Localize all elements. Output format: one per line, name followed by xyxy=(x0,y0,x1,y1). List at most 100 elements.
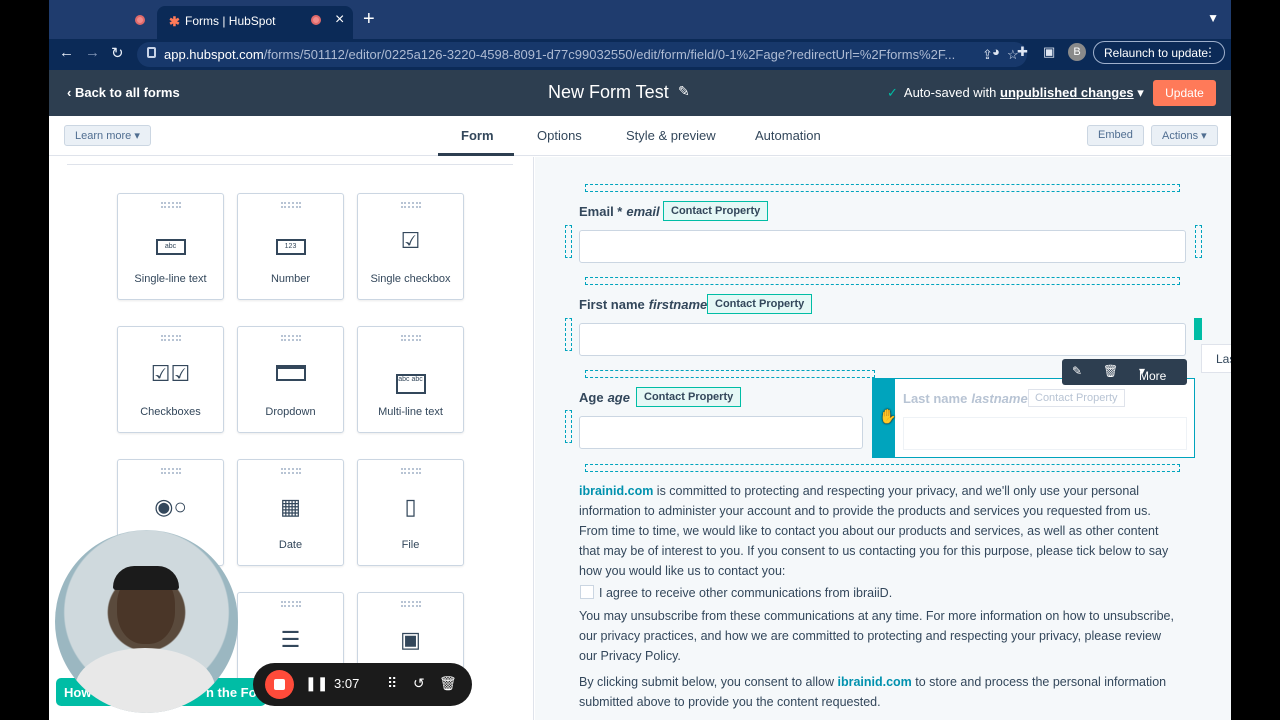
actions-button[interactable]: Actions ▾ xyxy=(1151,125,1218,146)
drag-handle-icon xyxy=(281,601,301,607)
edit-pencil-icon[interactable]: ✎ xyxy=(1072,364,1082,378)
field-card-dropdown[interactable]: Dropdown xyxy=(237,326,344,433)
caret-down-icon: ▾ xyxy=(1137,85,1144,100)
grid-icon[interactable]: ⠿ xyxy=(387,675,397,692)
stop-recording-button[interactable] xyxy=(265,670,294,699)
kebab-menu-icon: ⋮ xyxy=(1204,45,1216,59)
field-card-label: Single-line text xyxy=(134,273,207,285)
drop-indicator xyxy=(1194,318,1202,340)
unpublished-changes-link[interactable]: unpublished changes xyxy=(1000,85,1134,100)
side-stub-field[interactable]: Las xyxy=(1201,344,1231,373)
single-line-text-icon: abc xyxy=(118,228,223,255)
chevron-left-icon: ‹ xyxy=(67,85,75,100)
update-button[interactable]: Update xyxy=(1153,80,1216,106)
url-text: app.hubspot.com/forms/501112/editor/0225… xyxy=(164,47,956,62)
company-link[interactable]: ibrainid.com xyxy=(579,484,653,498)
drag-handle-icon xyxy=(281,335,301,341)
back-arrow-icon[interactable]: ← xyxy=(59,44,74,61)
tab-search-chevron-icon[interactable]: ▼ xyxy=(1207,11,1219,25)
tab-form[interactable]: Form xyxy=(461,128,494,143)
drop-zone[interactable] xyxy=(585,464,1180,472)
more-menu-button[interactable]: More ▾ xyxy=(1139,364,1166,383)
lock-icon xyxy=(147,47,156,58)
drop-zone[interactable] xyxy=(565,318,572,351)
recording-tab-icon[interactable] xyxy=(135,15,145,25)
drop-zone[interactable] xyxy=(585,184,1180,192)
hubspot-favicon-icon: ✱ xyxy=(169,14,180,29)
age-field[interactable] xyxy=(579,416,863,449)
back-to-forms-link[interactable]: ‹ Back to all forms xyxy=(67,85,180,100)
forward-arrow-icon[interactable]: → xyxy=(85,44,100,61)
tab-title: Forms | HubSpot xyxy=(185,14,276,28)
contact-property-badge: Contact Property xyxy=(707,294,813,314)
tab-automation[interactable]: Automation xyxy=(755,128,821,143)
drag-handle-icon xyxy=(401,202,421,208)
reload-icon[interactable]: ↻ xyxy=(111,44,124,62)
drop-zone[interactable] xyxy=(565,410,572,443)
url-bar[interactable]: app.hubspot.com/forms/501112/editor/0225… xyxy=(137,42,1027,67)
field-card-single-checkbox[interactable]: ☑ Single checkbox xyxy=(357,193,464,300)
edit-title-pencil-icon[interactable]: ✎ xyxy=(678,83,690,100)
firstname-field[interactable] xyxy=(579,323,1186,356)
profile-avatar[interactable]: B xyxy=(1068,43,1086,61)
recording-timer: 3:07 xyxy=(334,676,360,691)
learn-more-button[interactable]: Learn more ▾ xyxy=(64,125,151,146)
lastname-field[interactable] xyxy=(903,417,1187,450)
consent-checkbox[interactable] xyxy=(580,585,594,599)
drag-handle-icon xyxy=(281,468,301,474)
number-icon: 123 xyxy=(238,228,343,255)
company-link[interactable]: ibrainid.com xyxy=(837,675,911,689)
drag-handle-icon xyxy=(161,202,181,208)
trash-icon[interactable]: 🗑 xyxy=(1103,364,1118,378)
checkbox-icon: ☑ xyxy=(400,228,421,253)
lastname-field-dragging[interactable]: Last name lastname Contact Property xyxy=(872,378,1195,458)
calendar-icon: ▦ xyxy=(280,494,301,519)
contact-property-badge: Contact Property xyxy=(1028,389,1125,407)
sidepanel-icon[interactable]: ▣ xyxy=(1043,44,1055,60)
field-card-multi-line-text[interactable]: abc abc Multi-line text xyxy=(357,326,464,433)
field-card-single-line-text[interactable]: abc Single-line text xyxy=(117,193,224,300)
dropdown-icon xyxy=(238,361,343,387)
actions-label: Actions xyxy=(1162,130,1199,142)
tab-style-preview[interactable]: Style & preview xyxy=(626,128,716,143)
field-card-label: Multi-line text xyxy=(378,406,443,418)
learn-more-label: Learn more xyxy=(75,130,132,142)
field-card-label: Dropdown xyxy=(265,406,316,418)
divider xyxy=(67,164,513,165)
relaunch-button[interactable]: Relaunch to update ⋮ xyxy=(1093,41,1225,64)
privacy-paragraph: ibrainid.com is committed to protecting … xyxy=(579,484,1169,578)
active-tab-indicator xyxy=(438,153,514,156)
drop-zone[interactable] xyxy=(565,225,572,258)
restart-icon[interactable]: ↺ xyxy=(413,675,425,692)
drop-zone[interactable] xyxy=(585,277,1180,285)
caret-down-icon: ▾ xyxy=(1201,130,1207,142)
field-card-number[interactable]: 123 Number xyxy=(237,193,344,300)
drag-handle-icon xyxy=(401,335,421,341)
close-tab-icon[interactable]: × xyxy=(335,11,344,29)
new-tab-icon[interactable]: + xyxy=(363,8,375,31)
check-icon: ✓ xyxy=(887,85,898,100)
trash-icon[interactable]: 🗑 xyxy=(439,675,457,692)
field-card-date[interactable]: ▦ Date xyxy=(237,459,344,566)
age-field-label: Age age xyxy=(579,390,630,405)
image-icon: ▣ xyxy=(400,627,421,652)
drop-zone[interactable] xyxy=(585,370,875,378)
recording-indicator-icon xyxy=(311,15,321,25)
radio-icon: ◉○ xyxy=(154,494,187,519)
field-card-checkboxes[interactable]: ☑☑ Checkboxes xyxy=(117,326,224,433)
extension-icon[interactable]: ◕ xyxy=(992,44,1000,59)
lastname-field-label: Last name lastname xyxy=(903,391,1028,406)
puzzle-icon[interactable]: ✚ xyxy=(1017,44,1028,60)
pause-icon[interactable]: ❚❚ xyxy=(305,675,328,692)
drop-zone[interactable] xyxy=(1195,225,1202,258)
email-field-label: Email * email xyxy=(579,204,660,219)
browser-tab[interactable]: ✱ Forms | HubSpot × xyxy=(157,6,353,39)
email-field[interactable] xyxy=(579,230,1186,263)
field-card-file[interactable]: ▯ File xyxy=(357,459,464,566)
form-title[interactable]: New Form Test xyxy=(548,82,669,103)
tab-options[interactable]: Options xyxy=(537,128,582,143)
field-card-label: Checkboxes xyxy=(140,406,201,418)
form-editor-header: ‹ Back to all forms New Form Test ✎ ✓ Aut… xyxy=(49,70,1231,116)
autosave-status[interactable]: ✓ Auto-saved with unpublished changes ▾ xyxy=(887,85,1144,101)
embed-button[interactable]: Embed xyxy=(1087,125,1144,146)
